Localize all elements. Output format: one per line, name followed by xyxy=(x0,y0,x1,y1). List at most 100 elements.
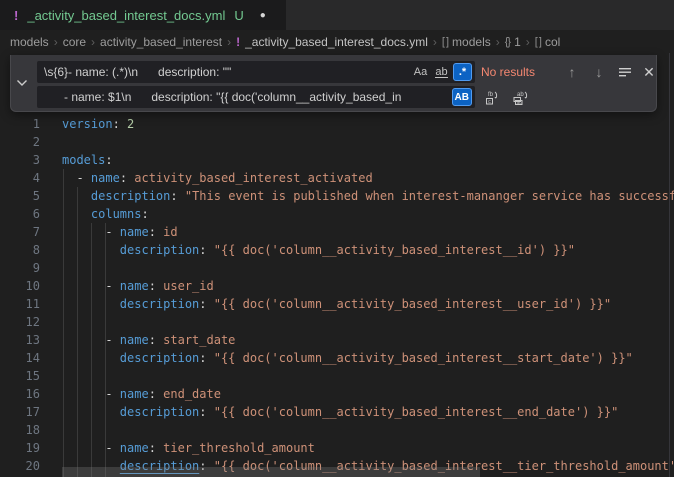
find-input[interactable] xyxy=(37,61,475,83)
horizontal-scrollbar-thumb[interactable] xyxy=(62,467,480,477)
code-line[interactable]: 6 columns: xyxy=(0,205,674,223)
breadcrumb-separator-icon: › xyxy=(496,35,500,49)
symbol-kind-icon: [ ] xyxy=(442,36,448,48)
breadcrumb-separator-icon: › xyxy=(433,35,437,49)
code-text: - name: end_date xyxy=(62,385,221,403)
preserve-case-toggle[interactable]: AB xyxy=(452,88,472,106)
replace-icon: fb c xyxy=(484,90,500,106)
match-case-toggle[interactable]: Aa xyxy=(411,63,430,81)
code-line[interactable]: 12 xyxy=(0,313,674,331)
line-number: 10 xyxy=(0,277,40,295)
line-number: 9 xyxy=(0,259,40,277)
whole-word-toggle[interactable]: ab xyxy=(432,63,451,81)
code-text: columns: xyxy=(62,205,149,223)
code-line[interactable]: 2 xyxy=(0,133,674,151)
tab-bar: ! _activity_based_interest_docs.yml U ● xyxy=(0,0,674,30)
next-match-button[interactable]: ↓ xyxy=(589,63,609,81)
close-find-widget-button[interactable]: ✕ xyxy=(639,63,659,81)
breadcrumb-label: models xyxy=(452,35,491,49)
code-line[interactable]: 3models: xyxy=(0,151,674,169)
svg-text:fb: fb xyxy=(488,92,494,98)
line-number: 3 xyxy=(0,151,40,169)
find-in-selection-button[interactable] xyxy=(615,63,635,81)
breadcrumb-separator-icon: › xyxy=(526,35,530,49)
breadcrumb-item--activity-based-interest-docs-yml[interactable]: !_activity_based_interest_docs.yml xyxy=(236,35,428,49)
breadcrumb-separator-icon: › xyxy=(91,35,95,49)
vscode-window: ! _activity_based_interest_docs.yml U ● … xyxy=(0,0,674,477)
code-editor[interactable]: 1 version: 2 23models:4 - name: activity_b… xyxy=(0,53,674,477)
line-number: 12 xyxy=(0,313,40,331)
code-line[interactable]: 8 description: "{{ doc('column__activity… xyxy=(0,241,674,259)
code-text: description: "{{ doc('column__activity_b… xyxy=(62,295,611,313)
tab-activity-based-interest-docs[interactable]: ! _activity_based_interest_docs.yml U ● xyxy=(0,0,286,30)
code-text: version: 2 xyxy=(62,115,134,133)
code-text: description: "{{ doc('column__activity_b… xyxy=(62,241,575,259)
whole-word-icon: ab xyxy=(435,67,447,78)
code-text: description: "{{ doc('column__activity_b… xyxy=(62,403,618,421)
breadcrumb-separator-icon: › xyxy=(227,35,231,49)
code-text: - name: tier_threshold_amount xyxy=(62,439,315,457)
breadcrumb-item-models[interactable]: models xyxy=(10,35,49,49)
svg-text:ac: ac xyxy=(516,100,522,105)
breadcrumb-label: _activity_based_interest_docs.yml xyxy=(245,35,428,49)
line-number: 16 xyxy=(0,385,40,403)
line-number: 1 xyxy=(0,115,40,133)
chevron-down-icon xyxy=(16,79,28,87)
line-number: 11 xyxy=(0,295,40,313)
code-line[interactable]: 5 description: "This event is published … xyxy=(0,187,674,205)
code-line[interactable]: 15 xyxy=(0,367,674,385)
previous-match-button[interactable]: ↑ xyxy=(562,63,582,81)
git-status-untracked-badge: U xyxy=(234,8,243,23)
code-line[interactable]: 14 description: "{{ doc('column__activit… xyxy=(0,349,674,367)
regex-toggle[interactable]: .* xyxy=(453,63,472,81)
replace-all-icon: ab ac xyxy=(512,90,529,106)
code-text: - name: start_date xyxy=(62,331,235,349)
code-line[interactable]: 17 description: "{{ doc('column__activit… xyxy=(0,403,674,421)
code-text: - name: user_id xyxy=(62,277,214,295)
breadcrumb-item-col[interactable]: [ ] col xyxy=(535,35,561,49)
replace-input[interactable] xyxy=(37,86,475,108)
code-text: - name: activity_based_interest_activate… xyxy=(62,169,373,187)
find-results-count: No results xyxy=(481,61,535,83)
line-number: 15 xyxy=(0,367,40,385)
line-number: 8 xyxy=(0,241,40,259)
code-line[interactable]: 9 xyxy=(0,259,674,277)
code-line[interactable]: 4 - name: activity_based_interest_activa… xyxy=(0,169,674,187)
line-number: 20 xyxy=(0,457,40,475)
code-line[interactable]: 19 - name: tier_threshold_amount xyxy=(0,439,674,457)
find-in-selection-icon xyxy=(618,65,632,79)
code-line[interactable]: 18 xyxy=(0,421,674,439)
code-text: description: "This event is published wh… xyxy=(62,187,674,205)
breadcrumb-item-1[interactable]: {}1 xyxy=(505,35,521,49)
line-number: 4 xyxy=(0,169,40,187)
unsaved-dot-icon[interactable]: ● xyxy=(260,10,266,21)
line-number: 5 xyxy=(0,187,40,205)
line-number: 7 xyxy=(0,223,40,241)
line-number: 6 xyxy=(0,205,40,223)
symbol-kind-icon: [ ] xyxy=(535,36,541,48)
code-line[interactable]: 10 - name: user_id xyxy=(0,277,674,295)
toggle-replace-button[interactable] xyxy=(11,55,33,111)
replace-all-button[interactable]: ab ac xyxy=(509,88,531,108)
breadcrumb-item-core[interactable]: core xyxy=(63,35,86,49)
code-line[interactable]: 7 - name: id xyxy=(0,223,674,241)
breadcrumb-label: col xyxy=(545,35,560,49)
replace-button[interactable]: fb c xyxy=(481,88,503,108)
code-text: description: "{{ doc('column__activity_b… xyxy=(62,349,633,367)
scrollbar-track-edge xyxy=(669,53,670,477)
breadcrumb-label: activity_based_interest xyxy=(100,35,222,49)
code-line[interactable]: 11 description: "{{ doc('column__activit… xyxy=(0,295,674,313)
breadcrumb-label: core xyxy=(63,35,86,49)
breadcrumb-item-models[interactable]: [ ] models xyxy=(442,35,491,49)
breadcrumb-item-activity-based-interest[interactable]: activity_based_interest xyxy=(100,35,222,49)
code-line[interactable]: 13 - name: start_date xyxy=(0,331,674,349)
line-number: 14 xyxy=(0,349,40,367)
code-line[interactable]: 16 - name: end_date xyxy=(0,385,674,403)
line-number: 19 xyxy=(0,439,40,457)
code-line[interactable]: 1 version: 2 xyxy=(0,115,674,133)
find-replace-widget: Aa ab .* No results ↑ ↓ ✕ AB fb xyxy=(10,55,657,112)
line-number: 2 xyxy=(0,133,40,151)
symbol-kind-icon: {} xyxy=(505,36,510,48)
breadcrumb-label: models xyxy=(10,35,49,49)
code-text: - name: id xyxy=(62,223,178,241)
